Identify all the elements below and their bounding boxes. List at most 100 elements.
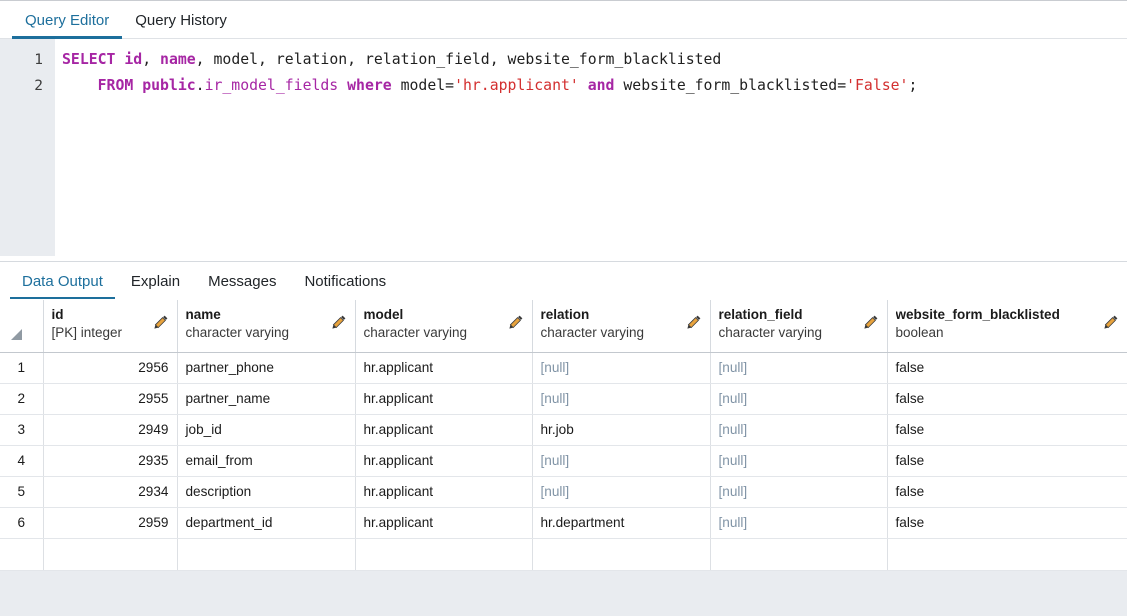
cell-name[interactable]: description — [177, 476, 356, 508]
editor-tabbar: Query Editor Query History — [0, 1, 1127, 39]
cell-id[interactable]: 2955 — [43, 383, 178, 415]
cell-name[interactable]: department_id — [177, 507, 356, 539]
cell-website-form-blacklisted[interactable]: false — [887, 352, 1127, 384]
empty-cell[interactable] — [355, 538, 533, 571]
column-header-id-type: [PK] integer — [51, 325, 123, 340]
sql-column-relation: relation — [275, 51, 348, 68]
column-header-website-form-blacklisted[interactable]: website_form_blacklisted boolean — [887, 300, 1127, 353]
cell-id[interactable]: 2956 — [43, 352, 178, 384]
cell-name[interactable]: job_id — [177, 414, 356, 446]
cell-relation-field[interactable]: [null] — [710, 383, 888, 415]
pencil-icon[interactable] — [508, 314, 524, 335]
empty-cell[interactable] — [710, 538, 888, 571]
cell-website-form-blacklisted[interactable]: false — [887, 383, 1127, 415]
row-number[interactable]: 5 — [0, 476, 44, 508]
cell-relation[interactable]: [null] — [532, 383, 711, 415]
pgadmin-query-tool: Query Editor Query History 1 2 SELECT id… — [0, 0, 1127, 616]
sql-column-model: model — [213, 51, 259, 68]
tab-data-output[interactable]: Data Output — [8, 262, 117, 300]
cell-relation-field[interactable]: [null] — [710, 476, 888, 508]
cell-relation[interactable]: [null] — [532, 445, 711, 477]
pencil-icon[interactable] — [686, 314, 702, 335]
cell-name[interactable]: partner_name — [177, 383, 356, 415]
table-row[interactable]: 4 2935 email_from hr.applicant [null] [null] f… — [0, 445, 1127, 477]
sql-column-id: id — [124, 51, 143, 68]
row-number[interactable]: 1 — [0, 352, 44, 384]
pencil-icon[interactable] — [1103, 314, 1119, 335]
column-header-relation-field[interactable]: relation_field character varying — [710, 300, 888, 353]
table-row[interactable]: 6 2959 department_id hr.applicant hr.departm… — [0, 507, 1127, 539]
cell-name[interactable]: email_from — [177, 445, 356, 477]
cell-website-form-blacklisted[interactable]: false — [887, 476, 1127, 508]
row-number[interactable]: 3 — [0, 414, 44, 446]
null-value: [null] — [540, 360, 570, 375]
cell-id[interactable]: 2934 — [43, 476, 178, 508]
cell-model[interactable]: hr.applicant — [355, 507, 533, 539]
sql-code-area[interactable]: SELECT id, name, model, relation, relati… — [55, 39, 1127, 256]
column-header-name[interactable]: name character varying — [177, 300, 356, 353]
sql-line-1: SELECT id, name, model, relation, relati… — [62, 51, 722, 68]
cell-relation-field[interactable]: [null] — [710, 507, 888, 539]
cell-relation-field[interactable]: [null] — [710, 352, 888, 384]
cell-id[interactable]: 2959 — [43, 507, 178, 539]
tab-notifications[interactable]: Notifications — [290, 262, 400, 300]
cell-model[interactable]: hr.applicant — [355, 476, 533, 508]
cell-relation-field[interactable]: [null] — [710, 414, 888, 446]
line-number-gutter: 1 2 — [0, 39, 55, 256]
empty-cell[interactable] — [532, 538, 711, 571]
column-header-id[interactable]: id [PK] integer — [43, 300, 178, 353]
pencil-icon[interactable] — [153, 314, 169, 335]
null-value: [null] — [718, 484, 748, 499]
table-row[interactable]: 5 2934 description hr.applicant [null] [null]… — [0, 476, 1127, 508]
cell-website-form-blacklisted[interactable]: false — [887, 507, 1127, 539]
cell-name[interactable]: partner_phone — [177, 352, 356, 384]
column-header-name-name: name — [185, 307, 221, 322]
column-header-relation-type: character varying — [540, 325, 645, 340]
column-header-id-name: id — [51, 307, 64, 322]
tab-query-editor-label: Query Editor — [25, 11, 110, 29]
pencil-icon[interactable] — [863, 314, 879, 335]
null-value: [null] — [718, 391, 748, 406]
new-row-placeholder[interactable] — [0, 538, 1127, 571]
select-all-corner[interactable] — [0, 300, 44, 353]
cell-model[interactable]: hr.applicant — [355, 352, 533, 384]
cell-relation[interactable]: hr.job — [532, 414, 711, 446]
grid-empty-area — [0, 570, 1127, 616]
data-output-grid[interactable]: id [PK] integer name character varying m… — [0, 300, 1127, 616]
cell-website-form-blacklisted[interactable]: false — [887, 445, 1127, 477]
cell-id[interactable]: 2935 — [43, 445, 178, 477]
tab-data-output-label: Data Output — [22, 272, 103, 290]
table-row[interactable]: 3 2949 job_id hr.applicant hr.job [null] false — [0, 414, 1127, 446]
table-row[interactable]: 1 2956 partner_phone hr.applicant [null] [nul… — [0, 352, 1127, 384]
tab-query-history[interactable]: Query History — [122, 1, 240, 39]
row-number[interactable]: 4 — [0, 445, 44, 477]
column-header-model[interactable]: model character varying — [355, 300, 533, 353]
tab-query-editor[interactable]: Query Editor — [12, 1, 123, 39]
tab-messages[interactable]: Messages — [194, 262, 290, 300]
sql-line-2: FROM public.ir_model_fields where model=… — [97, 77, 918, 94]
cell-website-form-blacklisted[interactable]: false — [887, 414, 1127, 446]
column-header-name-type: character varying — [185, 325, 290, 340]
pencil-icon[interactable] — [331, 314, 347, 335]
sql-schema-public: public — [142, 77, 196, 94]
line-number: 1 — [34, 52, 43, 68]
empty-cell[interactable] — [0, 538, 44, 571]
cell-relation[interactable]: [null] — [532, 352, 711, 384]
cell-model[interactable]: hr.applicant — [355, 445, 533, 477]
cell-relation[interactable]: hr.department — [532, 507, 711, 539]
empty-cell[interactable] — [887, 538, 1127, 571]
table-row[interactable]: 2 2955 partner_name hr.applicant [null] [null… — [0, 383, 1127, 415]
cell-relation[interactable]: [null] — [532, 476, 711, 508]
empty-cell[interactable] — [177, 538, 356, 571]
cell-model[interactable]: hr.applicant — [355, 414, 533, 446]
cell-id[interactable]: 2949 — [43, 414, 178, 446]
row-number[interactable]: 2 — [0, 383, 44, 415]
tab-explain[interactable]: Explain — [117, 262, 194, 300]
column-header-relation[interactable]: relation character varying — [532, 300, 711, 353]
empty-cell[interactable] — [43, 538, 178, 571]
column-header-website-form-blacklisted-type: boolean — [895, 325, 944, 340]
sql-editor[interactable]: 1 2 SELECT id, name, model, relation, re… — [0, 39, 1127, 256]
cell-model[interactable]: hr.applicant — [355, 383, 533, 415]
cell-relation-field[interactable]: [null] — [710, 445, 888, 477]
row-number[interactable]: 6 — [0, 507, 44, 539]
